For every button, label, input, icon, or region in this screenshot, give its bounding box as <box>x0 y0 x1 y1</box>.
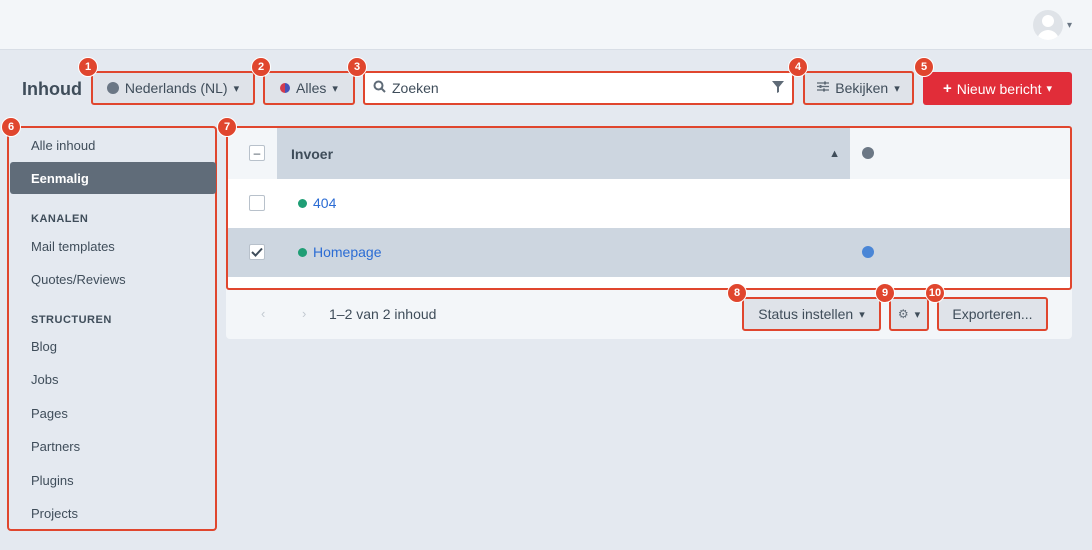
row-checkbox[interactable] <box>249 195 265 211</box>
sidebar-item-pages[interactable]: Pages <box>31 406 68 421</box>
annotation-badge: 7 <box>217 117 237 137</box>
globe-icon <box>106 82 119 94</box>
status-filter-label: Alles <box>296 80 327 96</box>
sidebar-item-all[interactable]: Alle inhoud <box>31 138 95 153</box>
annotation-badge: 5 <box>914 57 934 77</box>
sidebar-item-quotes-reviews[interactable]: Quotes/Reviews <box>31 272 126 287</box>
entry-title: Homepage <box>313 244 382 260</box>
search-field[interactable] <box>363 71 794 105</box>
previous-page-icon[interactable]: ‹ <box>261 306 265 321</box>
search-input[interactable] <box>392 80 772 96</box>
sidebar-item-partners[interactable]: Partners <box>31 439 80 454</box>
sidebar-item-jobs[interactable]: Jobs <box>31 372 58 387</box>
user-menu[interactable]: ▾ <box>1032 10 1072 40</box>
globe-icon <box>862 246 874 258</box>
annotation-badge: 4 <box>788 57 808 77</box>
filter-icon[interactable] <box>772 80 784 96</box>
user-avatar-icon[interactable] <box>1032 10 1063 40</box>
entry-link[interactable]: 404 <box>298 195 336 211</box>
new-entry-button[interactable]: + Nieuw bericht ▾ <box>923 72 1072 105</box>
next-page-icon[interactable]: › <box>302 306 306 321</box>
select-all-checkbox[interactable]: – <box>249 145 265 161</box>
chevron-down-icon: ▾ <box>332 82 338 95</box>
set-status-label: Status instellen <box>758 306 854 322</box>
status-dot-icon <box>280 83 291 93</box>
chevron-down-icon: ▾ <box>859 308 865 321</box>
sidebar-item-blog[interactable]: Blog <box>31 339 57 354</box>
page-title: Inhoud <box>22 79 82 99</box>
table-row[interactable]: Homepage <box>228 228 1070 277</box>
column-header-title[interactable]: Invoer ▲ <box>277 128 850 179</box>
language-label: Nederlands (NL) <box>124 80 228 96</box>
chevron-down-icon[interactable]: ▾ <box>1067 20 1072 31</box>
view-label: Bekijken <box>835 80 889 96</box>
row-checkbox[interactable] <box>249 244 265 260</box>
pagination-text: 1–2 van 2 inhoud <box>329 306 437 322</box>
column-title-label: Invoer <box>291 145 334 162</box>
sort-ascending-icon: ▲ <box>829 147 840 160</box>
status-live-icon <box>298 247 307 257</box>
sidebar-item-singles[interactable]: Eenmalig <box>10 162 216 194</box>
status-live-icon <box>298 198 307 208</box>
sidebar-heading-channels: KANALEN <box>31 213 89 225</box>
sidebar-item-projects[interactable]: Projects <box>31 506 78 521</box>
table-header: – Invoer ▲ <box>228 128 1070 179</box>
table-row[interactable]: 404 <box>228 179 1070 228</box>
language-select-button[interactable]: Nederlands (NL) ▾ <box>91 71 255 105</box>
status-filter-button[interactable]: Alles ▾ <box>263 71 355 105</box>
sidebar-heading-structures: STRUCTUREN <box>31 314 112 326</box>
top-bar: ▾ <box>0 0 1092 50</box>
view-options-button[interactable]: Bekijken ▾ <box>803 71 914 105</box>
annotation-badge: 1 <box>78 57 98 77</box>
sidebar-item-plugins[interactable]: Plugins <box>31 473 74 488</box>
globe-icon <box>862 147 874 159</box>
chevron-down-icon: ▾ <box>1046 83 1053 95</box>
annotation-badge: 2 <box>251 57 271 77</box>
chevron-down-icon: ▾ <box>894 82 900 95</box>
new-entry-label: Nieuw bericht <box>956 80 1042 97</box>
annotation-badge: 8 <box>727 283 747 303</box>
chevron-down-icon: ▾ <box>914 308 921 321</box>
sliders-icon <box>817 81 830 95</box>
gear-icon: ⚙ <box>897 307 909 321</box>
search-icon <box>373 80 386 96</box>
actions-menu-button[interactable]: ⚙ ▾ <box>889 297 929 331</box>
plus-icon: + <box>942 80 952 97</box>
checkmark-icon <box>251 247 263 257</box>
set-status-button[interactable]: Status instellen ▾ <box>742 297 881 331</box>
entry-title: 404 <box>313 195 337 211</box>
entries-table: – Invoer ▲ 404 Homepage <box>226 126 1072 290</box>
annotation-badge: 10 <box>925 283 945 303</box>
annotation-badge: 9 <box>875 283 895 303</box>
annotation-badge: 6 <box>1 117 21 137</box>
export-label: Exporteren... <box>952 306 1033 322</box>
export-button[interactable]: Exporteren... <box>937 297 1048 331</box>
entry-link[interactable]: Homepage <box>298 244 382 260</box>
chevron-down-icon: ▾ <box>233 82 240 95</box>
sidebar: Alle inhoud Eenmalig KANALEN Mail templa… <box>7 126 217 531</box>
sidebar-item-mail-templates[interactable]: Mail templates <box>31 239 115 254</box>
annotation-badge: 3 <box>347 57 367 77</box>
